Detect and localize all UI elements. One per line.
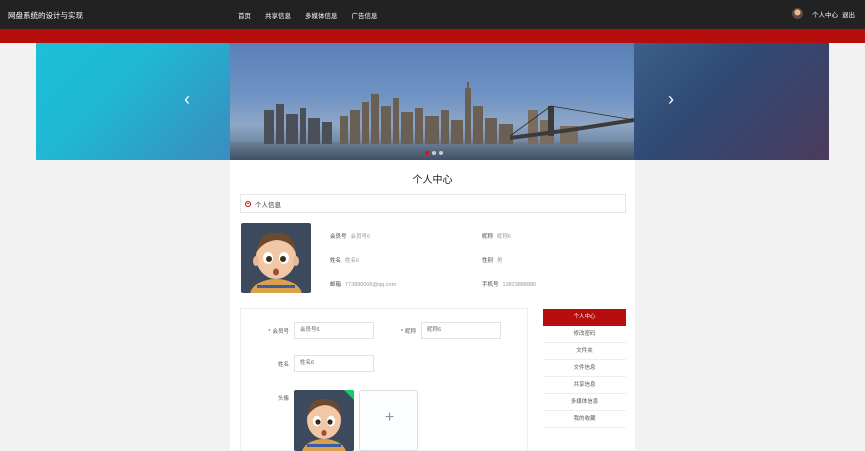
side-menu-item-folder[interactable]: 文件夹 bbox=[543, 343, 626, 360]
name-input[interactable]: 姓名6 bbox=[294, 355, 374, 372]
profile-edit-form: * 会员号 会员号6 * 昵称 昵称6 姓名 姓名6 头像 + bbox=[240, 308, 528, 451]
carousel-dot[interactable] bbox=[432, 151, 436, 155]
avatar-label: 头像 bbox=[277, 396, 289, 402]
radio-dot-icon bbox=[245, 200, 251, 207]
user-area: 个人中心 退出 bbox=[792, 8, 855, 19]
member-no-label: * 会员号 bbox=[268, 329, 289, 335]
logout-link[interactable]: 退出 bbox=[842, 9, 855, 19]
nickname-label: * 昵称 bbox=[400, 329, 416, 335]
info-phone: 手机号 13823888886 bbox=[482, 282, 537, 288]
carousel-dot[interactable] bbox=[439, 151, 443, 155]
side-menu: 个人中心 修改密码 文件夹 文件信息 共享信息 多媒体信息 我的收藏 bbox=[543, 309, 626, 428]
site-title[interactable]: 网盘系统的设计与实现 bbox=[8, 10, 83, 21]
banner-current-slide bbox=[230, 43, 634, 160]
main-nav: 首页 共享信息 多媒体信息 广告信息 bbox=[238, 10, 392, 20]
plus-icon: + bbox=[384, 409, 395, 426]
info-gender: 性别男 bbox=[482, 258, 503, 264]
upload-success-icon bbox=[344, 390, 354, 400]
side-menu-item-shared-info[interactable]: 共享信息 bbox=[543, 377, 626, 394]
section-title: 个人信息 bbox=[255, 201, 281, 209]
section-header: 个人信息 bbox=[240, 194, 626, 213]
nav-multimedia-info[interactable]: 多媒体信息 bbox=[305, 10, 338, 20]
content-card: 个人中心 个人信息 会员号 会员号6 昵称 昵称6 姓名 姓名6 性别男 邮箱 … bbox=[230, 160, 635, 451]
info-nickname: 昵称 昵称6 bbox=[482, 234, 512, 240]
info-email: 邮箱 773890006@qq.com bbox=[330, 282, 397, 288]
carousel-dot[interactable] bbox=[425, 151, 429, 155]
nav-ad-info[interactable]: 广告信息 bbox=[352, 10, 378, 20]
banner-prev-slide bbox=[36, 43, 230, 160]
carousel-indicators bbox=[425, 151, 443, 155]
banner-carousel: ‹ › bbox=[36, 43, 829, 160]
chevron-left-icon[interactable]: ‹ bbox=[184, 90, 190, 108]
city-skyline-image bbox=[230, 82, 634, 160]
nav-shared-info[interactable]: 共享信息 bbox=[265, 10, 291, 20]
uploaded-avatar-image[interactable] bbox=[294, 390, 354, 451]
user-center-link[interactable]: 个人中心 bbox=[812, 9, 838, 19]
side-menu-item-change-password[interactable]: 修改密码 bbox=[543, 326, 626, 343]
info-member-no: 会员号 会员号6 bbox=[330, 234, 371, 240]
top-navbar: 网盘系统的设计与实现 首页 共享信息 多媒体信息 广告信息 个人中心 退出 bbox=[0, 0, 865, 29]
side-menu-item-user-center[interactable]: 个人中心 bbox=[543, 309, 626, 326]
nav-home[interactable]: 首页 bbox=[238, 10, 251, 20]
avatar[interactable] bbox=[792, 8, 803, 19]
page-title: 个人中心 bbox=[412, 175, 453, 186]
profile-avatar-image bbox=[241, 223, 311, 293]
upload-button[interactable]: + bbox=[359, 390, 418, 451]
chevron-right-icon[interactable]: › bbox=[668, 90, 674, 108]
name-label: 姓名 bbox=[277, 362, 289, 368]
banner-next-slide bbox=[634, 43, 829, 160]
member-no-input[interactable]: 会员号6 bbox=[294, 322, 374, 339]
side-menu-item-multimedia-info[interactable]: 多媒体信息 bbox=[543, 394, 626, 411]
nickname-input[interactable]: 昵称6 bbox=[421, 322, 501, 339]
side-menu-item-file-info[interactable]: 文件信息 bbox=[543, 360, 626, 377]
side-menu-item-my-favorites[interactable]: 我的收藏 bbox=[543, 411, 626, 428]
brand-strip bbox=[0, 29, 865, 43]
info-name: 姓名 姓名6 bbox=[330, 258, 360, 264]
